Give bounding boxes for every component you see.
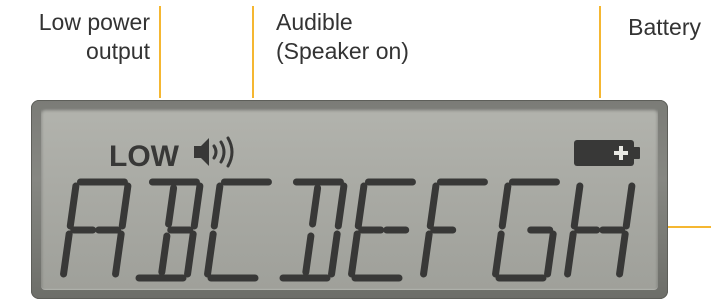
segment-c	[112, 230, 125, 278]
lcd-char-a	[60, 178, 132, 278]
segment-e	[564, 230, 577, 278]
callout-low-power-line2: output	[86, 38, 150, 64]
segment-b	[622, 182, 636, 230]
callout-audible-line2: (Speaker on)	[276, 38, 409, 64]
segment-f	[498, 182, 512, 230]
speaker-on-icon	[194, 136, 234, 168]
callout-audible-line1: Audible	[276, 9, 353, 35]
callout-low-power-output: Low power output	[39, 8, 150, 66]
callout-line-battery	[599, 6, 601, 98]
segment-f	[570, 182, 584, 230]
segment-j	[309, 184, 322, 228]
lcd-char-f	[420, 178, 488, 278]
segment-m	[302, 232, 315, 276]
segment-c	[328, 230, 341, 278]
segment-c	[184, 230, 197, 278]
lcd-char-c	[204, 178, 272, 282]
callout-line-digits	[667, 226, 711, 228]
lcd-char-b	[135, 178, 204, 282]
callout-line-low-power	[159, 6, 161, 98]
lcd-char-e	[348, 178, 416, 282]
callout-low-power-line1: Low power	[38, 9, 150, 35]
segment-f	[66, 182, 80, 230]
segment-e	[204, 230, 217, 278]
segment-e	[420, 230, 433, 278]
segment-b	[334, 182, 348, 230]
callout-audible: Audible (Speaker on)	[276, 8, 409, 66]
segment-b	[118, 182, 132, 230]
low-power-indicator: LOW	[109, 140, 180, 173]
segment-e	[492, 230, 505, 278]
segment-e	[60, 230, 73, 278]
lcd-char-h	[564, 182, 636, 278]
callout-line-audible	[252, 6, 254, 98]
battery-icon	[574, 140, 640, 166]
segment-e	[348, 230, 361, 278]
segment-f	[426, 182, 440, 230]
segment-b	[190, 182, 204, 230]
segment-c	[616, 230, 629, 278]
segment-c	[544, 230, 557, 278]
lcd-char-g	[492, 178, 560, 282]
callout-battery: Battery	[628, 14, 701, 40]
segment-f	[354, 182, 368, 230]
lcd-char-d	[279, 178, 348, 282]
lcd-digits	[60, 178, 636, 282]
lcd-display: LOW	[60, 136, 640, 282]
segment-m	[158, 232, 171, 276]
segment-j	[165, 184, 178, 228]
segment-f	[210, 182, 224, 230]
